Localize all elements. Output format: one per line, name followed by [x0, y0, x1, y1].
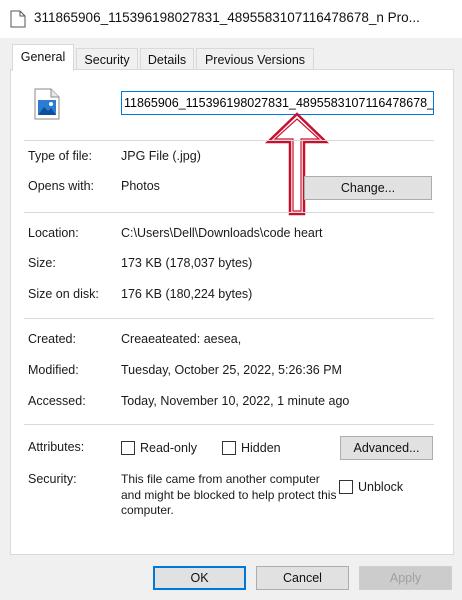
- divider: [24, 212, 434, 213]
- unblock-label: Unblock: [358, 480, 404, 494]
- read-only-label: Read-only: [140, 441, 197, 455]
- accessed-value: Today, November 10, 2022, 1 minute ago: [121, 394, 350, 408]
- image-file-icon: [34, 88, 60, 120]
- tab-previous-versions[interactable]: Previous Versions: [196, 48, 314, 70]
- arrow-up-annotation: [262, 110, 332, 220]
- type-of-file-value: JPG File (.jpg): [121, 149, 201, 163]
- modified-value: Tuesday, October 25, 2022, 5:26:36 PM: [121, 363, 342, 377]
- tab-general[interactable]: General: [12, 44, 74, 71]
- unblock-checkbox[interactable]: [339, 480, 353, 494]
- change-button[interactable]: Change...: [304, 176, 432, 200]
- document-icon: [10, 10, 26, 28]
- hidden-label: Hidden: [241, 441, 281, 455]
- tab-details[interactable]: Details: [140, 48, 194, 70]
- opens-with-label: Opens with:: [28, 179, 95, 193]
- location-label: Location:: [28, 226, 79, 240]
- tab-security[interactable]: Security: [76, 48, 138, 70]
- divider: [24, 140, 434, 141]
- cancel-button[interactable]: Cancel: [256, 566, 349, 590]
- size-label: Size:: [28, 256, 56, 270]
- apply-button[interactable]: Apply: [359, 566, 452, 590]
- security-label: Security:: [28, 472, 77, 486]
- opens-with-value: Photos: [121, 179, 160, 193]
- ok-button[interactable]: OK: [153, 566, 246, 590]
- location-value: C:\Users\Dell\Downloads\code heart: [121, 226, 323, 240]
- window-title: 311865906_115396198027831_48955831071164…: [34, 10, 420, 25]
- created-value: Creaeateated: aesea,: [121, 332, 242, 346]
- read-only-checkbox[interactable]: [121, 441, 135, 455]
- type-of-file-label: Type of file:: [28, 149, 92, 163]
- divider: [24, 424, 434, 425]
- created-label: Created:: [28, 332, 76, 346]
- divider: [24, 318, 434, 319]
- size-value: 173 KB (178,037 bytes): [121, 256, 253, 270]
- size-on-disk-label: Size on disk:: [28, 287, 99, 301]
- title-bar: 311865906_115396198027831_48955831071164…: [0, 0, 462, 38]
- attributes-label: Attributes:: [28, 440, 85, 454]
- hidden-checkbox[interactable]: [222, 441, 236, 455]
- modified-label: Modified:: [28, 363, 79, 377]
- accessed-label: Accessed:: [28, 394, 86, 408]
- size-on-disk-value: 176 KB (180,224 bytes): [121, 287, 253, 301]
- security-message: This file came from another computer and…: [121, 472, 337, 517]
- advanced-button[interactable]: Advanced...: [340, 436, 433, 460]
